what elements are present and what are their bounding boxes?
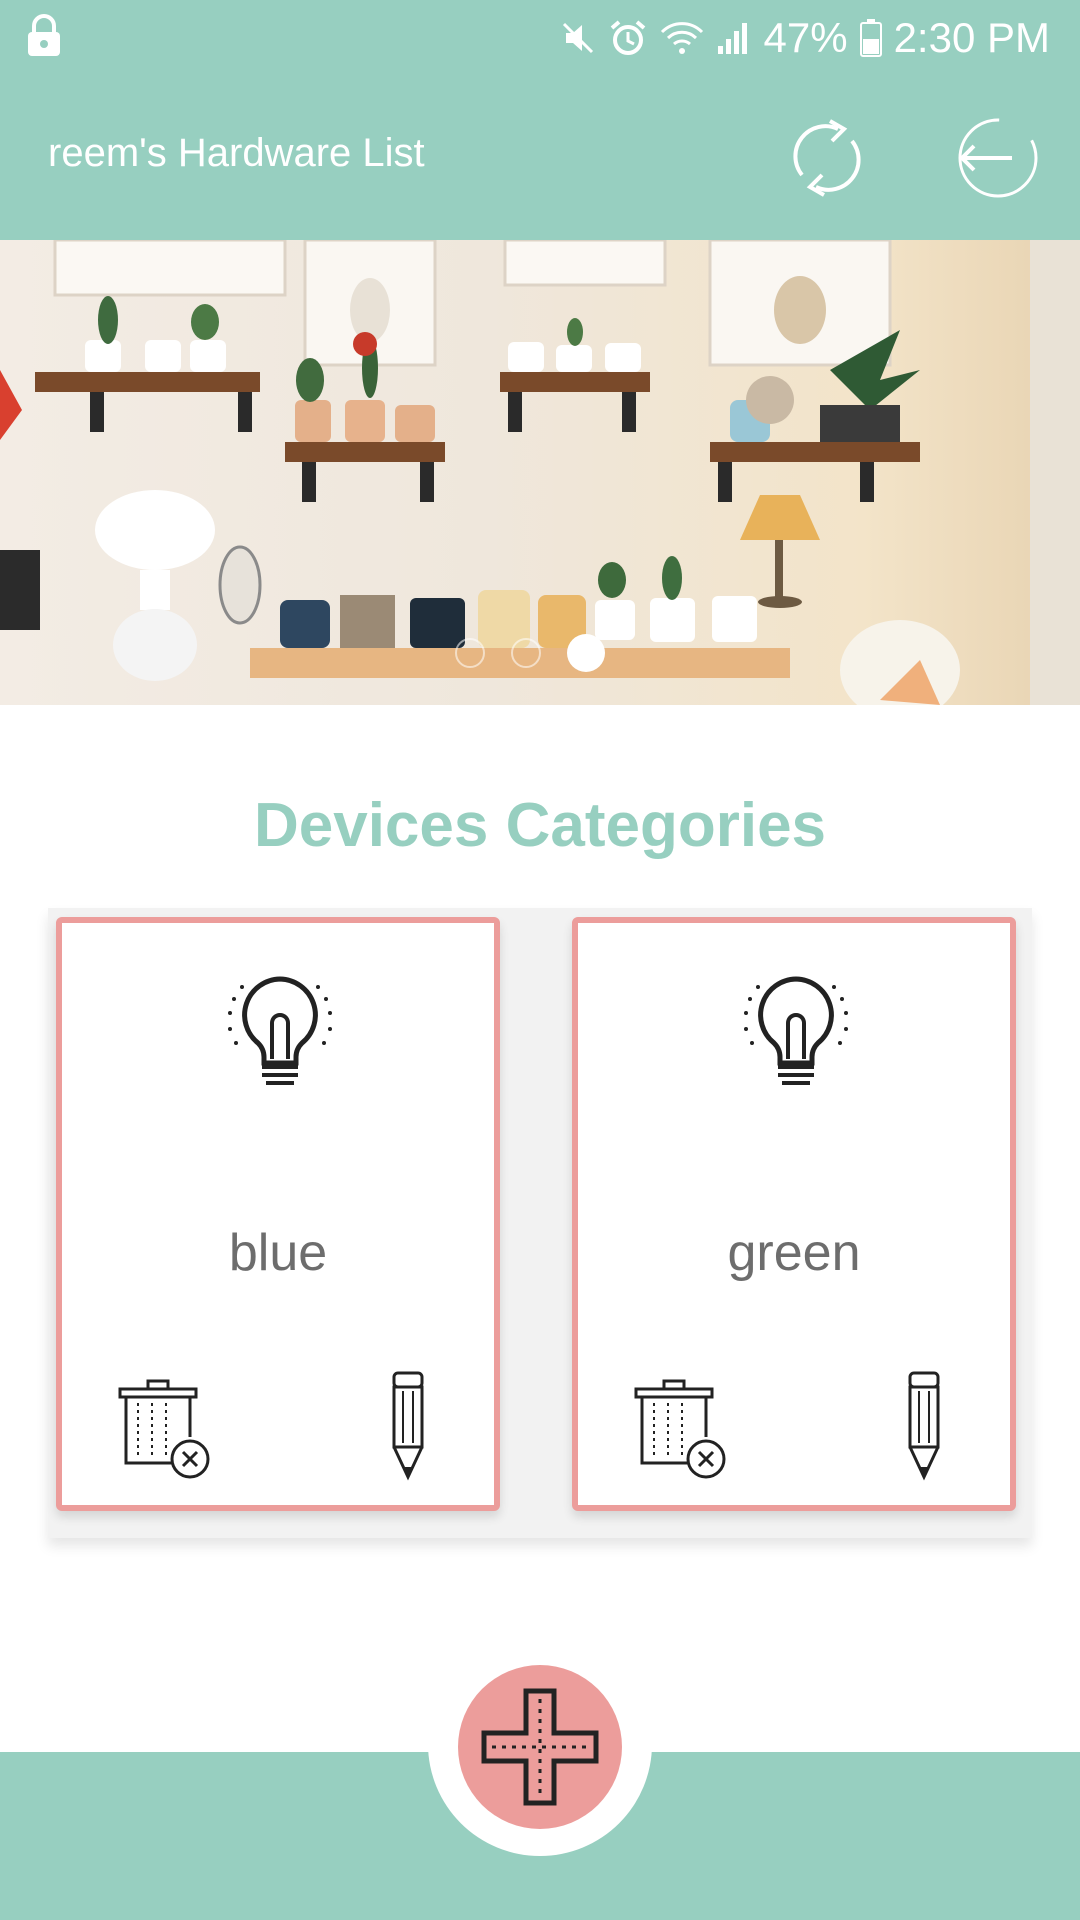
add-category-button[interactable] [458, 1665, 622, 1829]
lightbulb-icon [228, 976, 332, 1085]
category-card-blue[interactable]: blue [56, 917, 500, 1511]
banner-carousel[interactable] [0, 240, 1080, 705]
edit-icon[interactable] [388, 1371, 428, 1481]
logout-icon[interactable] [952, 113, 1042, 203]
battery-percent: 47% [763, 14, 848, 61]
section-title: Devices Categories [253, 791, 827, 860]
refresh-icon[interactable] [782, 113, 872, 203]
category-name: blue [228, 1224, 328, 1282]
carousel-dot-active[interactable] [567, 634, 605, 672]
lock-icon [28, 14, 60, 56]
carousel-dot[interactable] [511, 638, 541, 668]
app-title: reem's Hardware List [48, 131, 425, 175]
edit-icon[interactable] [904, 1371, 944, 1481]
alarm-icon [610, 20, 645, 55]
app-bar: reem's Hardware List [0, 75, 1080, 240]
status-bar: 47% 2:30 PM [0, 0, 1080, 75]
status-icons: 47% 2:30 PM [560, 10, 1050, 66]
category-card-green[interactable]: green [572, 917, 1016, 1511]
delete-icon[interactable] [118, 1379, 214, 1479]
battery-icon [859, 19, 882, 57]
signal-icon [717, 23, 747, 54]
wifi-icon [660, 22, 703, 54]
clock: 2:30 PM [893, 14, 1050, 61]
plus-icon [481, 1688, 599, 1806]
mute-icon [562, 22, 593, 54]
category-name: green [727, 1224, 861, 1282]
carousel-dot[interactable] [455, 638, 485, 668]
delete-icon[interactable] [634, 1379, 730, 1479]
carousel-indicator [455, 634, 605, 672]
lightbulb-icon [744, 976, 848, 1085]
